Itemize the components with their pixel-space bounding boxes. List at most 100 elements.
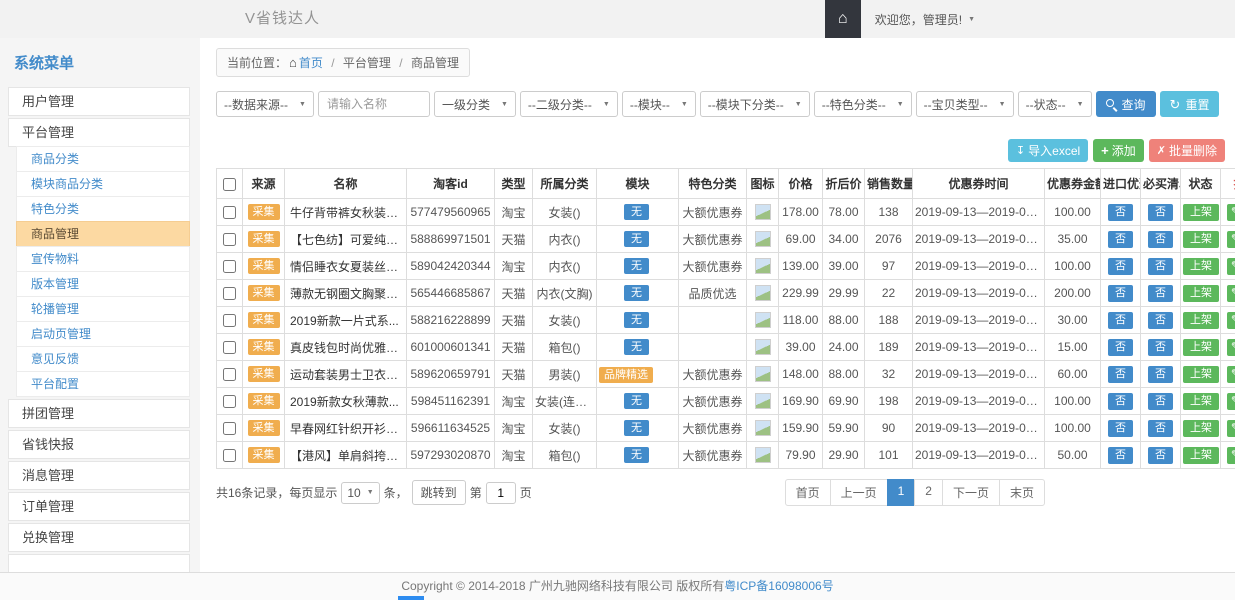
import-select-toggle[interactable]: 否	[1108, 312, 1133, 329]
must-buy-toggle[interactable]: 否	[1148, 258, 1173, 275]
sidebar-subitem[interactable]: 特色分类	[16, 196, 190, 222]
import-select-toggle[interactable]: 否	[1108, 231, 1133, 248]
edit-button[interactable]: ✎	[1227, 258, 1235, 275]
must-buy-toggle[interactable]: 否	[1148, 204, 1173, 221]
sidebar-item[interactable]: 省钱快报	[8, 430, 190, 459]
row-checkbox[interactable]	[223, 395, 236, 408]
sidebar-subitem[interactable]: 模块商品分类	[16, 171, 190, 197]
row-checkbox[interactable]	[223, 260, 236, 273]
page-button[interactable]: 首页	[785, 479, 831, 506]
page-size-select[interactable]: 10▼	[341, 482, 379, 504]
must-buy-toggle[interactable]: 否	[1148, 393, 1173, 410]
import-excel-button[interactable]: ↧导入excel	[1008, 139, 1088, 162]
sidebar-item[interactable]: 订单管理	[8, 492, 190, 521]
row-checkbox[interactable]	[223, 341, 236, 354]
must-buy-toggle[interactable]: 否	[1148, 420, 1173, 437]
status-toggle[interactable]: 上架	[1183, 312, 1219, 329]
filter-select[interactable]: --模块--▼	[622, 91, 696, 117]
edit-button[interactable]: ✎	[1227, 312, 1235, 329]
edit-button[interactable]: ✎	[1227, 231, 1235, 248]
jump-button[interactable]: 跳转到	[412, 480, 466, 505]
query-button[interactable]: 查询	[1096, 91, 1156, 117]
sales-count: 188	[865, 307, 913, 334]
sidebar-item[interactable]: 兑换管理	[8, 523, 190, 552]
row-checkbox[interactable]	[223, 233, 236, 246]
import-select-toggle[interactable]: 否	[1108, 204, 1133, 221]
operations-cell: ✎✗	[1221, 280, 1235, 307]
edit-button[interactable]: ✎	[1227, 366, 1235, 383]
sidebar-subitem[interactable]: 版本管理	[16, 271, 190, 297]
row-checkbox[interactable]	[223, 287, 236, 300]
row-checkbox[interactable]	[223, 314, 236, 327]
sidebar-item[interactable]: 平台管理	[8, 118, 190, 147]
edit-button[interactable]: ✎	[1227, 420, 1235, 437]
status-toggle[interactable]: 上架	[1183, 258, 1219, 275]
must-buy-toggle[interactable]: 否	[1148, 231, 1173, 248]
import-select-toggle[interactable]: 否	[1108, 420, 1133, 437]
sidebar-subitem[interactable]: 轮播管理	[16, 296, 190, 322]
sidebar-item-partial[interactable]	[8, 554, 190, 573]
sidebar-subitem[interactable]: 宣传物料	[16, 246, 190, 272]
must-buy-toggle[interactable]: 否	[1148, 312, 1173, 329]
row-checkbox[interactable]	[223, 422, 236, 435]
select-all-checkbox[interactable]	[223, 178, 236, 191]
must-buy-toggle[interactable]: 否	[1148, 447, 1173, 464]
home-button[interactable]: ⌂	[825, 0, 861, 38]
page-button[interactable]: 2	[914, 479, 943, 506]
reset-button[interactable]: ↻重置	[1160, 91, 1220, 117]
filter-select[interactable]: --状态--▼	[1018, 91, 1092, 117]
status-toggle[interactable]: 上架	[1183, 420, 1219, 437]
status-toggle[interactable]: 上架	[1183, 393, 1219, 410]
import-select-toggle[interactable]: 否	[1108, 366, 1133, 383]
sidebar-subitem[interactable]: 启动页管理	[16, 321, 190, 347]
must-buy-toggle[interactable]: 否	[1148, 285, 1173, 302]
filter-select[interactable]: --二级分类--▼	[520, 91, 618, 117]
status-toggle[interactable]: 上架	[1183, 339, 1219, 356]
name-search-input[interactable]	[318, 91, 430, 117]
user-menu[interactable]: 欢迎您，管理员! ▼	[861, 0, 989, 38]
product-type: 淘宝	[495, 388, 533, 415]
status-toggle[interactable]: 上架	[1183, 285, 1219, 302]
sidebar-subitem[interactable]: 意见反馈	[16, 346, 190, 372]
sidebar-item[interactable]: 消息管理	[8, 461, 190, 490]
add-button[interactable]: +添加	[1093, 139, 1144, 162]
edit-button[interactable]: ✎	[1227, 204, 1235, 221]
import-select-toggle[interactable]: 否	[1108, 447, 1133, 464]
breadcrumb-home-link[interactable]: 首页	[299, 56, 323, 70]
status-toggle[interactable]: 上架	[1183, 204, 1219, 221]
filter-select[interactable]: --模块下分类--▼	[700, 91, 810, 117]
row-checkbox[interactable]	[223, 449, 236, 462]
import-select-toggle[interactable]: 否	[1108, 393, 1133, 410]
edit-button[interactable]: ✎	[1227, 447, 1235, 464]
batch-delete-button[interactable]: ✗批量删除	[1149, 139, 1225, 162]
product-name: 2019新款一片式系...	[285, 307, 407, 334]
page-button[interactable]: 1	[887, 479, 916, 506]
filter-select[interactable]: --数据来源--▼	[216, 91, 314, 117]
import-select-toggle[interactable]: 否	[1108, 339, 1133, 356]
import-select-toggle[interactable]: 否	[1108, 258, 1133, 275]
filter-select[interactable]: --特色分类--▼	[814, 91, 912, 117]
row-checkbox[interactable]	[223, 206, 236, 219]
edit-button[interactable]: ✎	[1227, 285, 1235, 302]
edit-button[interactable]: ✎	[1227, 393, 1235, 410]
status-toggle[interactable]: 上架	[1183, 366, 1219, 383]
status-toggle[interactable]: 上架	[1183, 447, 1219, 464]
edit-button[interactable]: ✎	[1227, 339, 1235, 356]
sidebar-subitem[interactable]: 平台配置	[16, 371, 190, 397]
page-button[interactable]: 下一页	[942, 479, 1000, 506]
sidebar-subitem[interactable]: 商品管理	[16, 221, 190, 247]
page-button[interactable]: 末页	[999, 479, 1045, 506]
import-select-toggle[interactable]: 否	[1108, 285, 1133, 302]
icp-link[interactable]: 粤ICP备16098006号	[724, 579, 833, 593]
sidebar-item[interactable]: 拼团管理	[8, 399, 190, 428]
page-button[interactable]: 上一页	[830, 479, 888, 506]
sidebar-item[interactable]: 用户管理	[8, 87, 190, 116]
sidebar-subitem[interactable]: 商品分类	[16, 146, 190, 172]
status-toggle[interactable]: 上架	[1183, 231, 1219, 248]
must-buy-toggle[interactable]: 否	[1148, 366, 1173, 383]
row-checkbox[interactable]	[223, 368, 236, 381]
filter-select[interactable]: --宝贝类型--▼	[916, 91, 1014, 117]
must-buy-toggle[interactable]: 否	[1148, 339, 1173, 356]
jump-page-input[interactable]	[486, 482, 516, 504]
filter-select[interactable]: 一级分类▼	[434, 91, 516, 117]
